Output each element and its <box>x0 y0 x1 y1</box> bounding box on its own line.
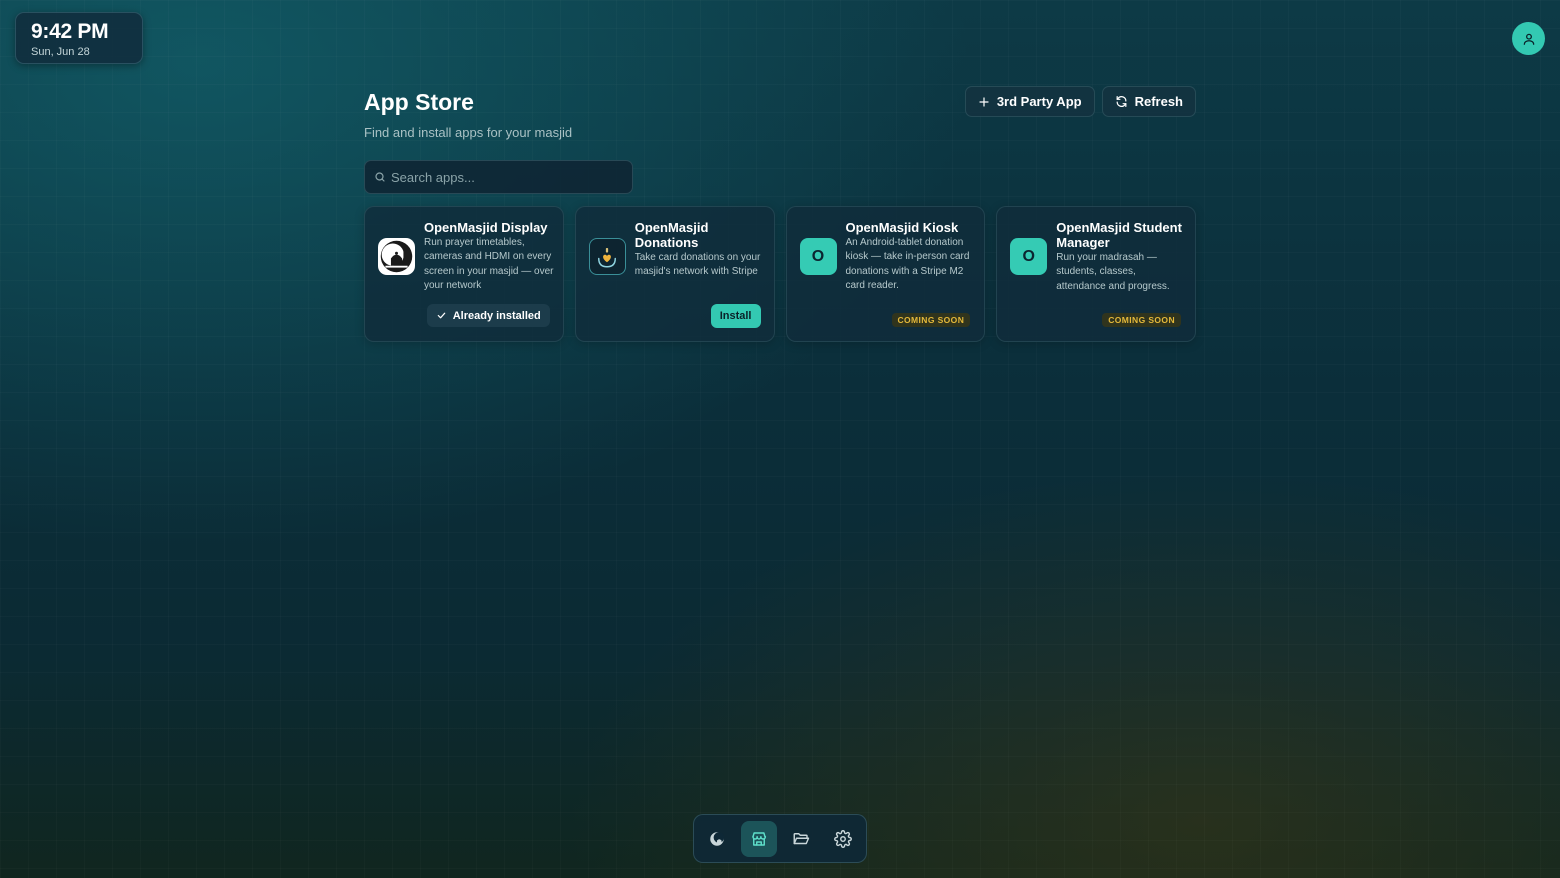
already-installed-badge: Already installed <box>426 304 550 327</box>
coming-soon-badge: COMING SOON <box>891 313 971 327</box>
refresh-icon <box>1116 96 1127 107</box>
app-card-body: OpenMasjid Student Manager Run your madr… <box>1056 220 1186 294</box>
page-subtitle: Find and install apps for your masjid <box>364 125 573 140</box>
refresh-label: Refresh <box>1134 94 1183 109</box>
already-installed-label: Already installed <box>452 309 541 322</box>
add-third-party-app-button[interactable]: 3rd Party App <box>964 86 1095 117</box>
app-card-openmasjid-display[interactable]: OpenMasjid Display Run prayer timetables… <box>364 206 564 342</box>
dock-item-app-store[interactable] <box>741 820 777 857</box>
app-card-openmasjid-student-manager[interactable]: O OpenMasjid Student Manager Run your ma… <box>996 206 1196 342</box>
refresh-button[interactable]: Refresh <box>1101 86 1196 117</box>
app-card-openmasjid-donations[interactable]: OpenMasjid Donations Take card donations… <box>574 206 775 342</box>
app-card-body: OpenMasjid Kiosk An Android-tablet donat… <box>846 220 976 294</box>
dock-item-files[interactable] <box>783 821 819 857</box>
clock-time: 9:42 PM <box>31 20 109 43</box>
user-avatar-button[interactable] <box>1512 22 1545 55</box>
app-name: OpenMasjid Display <box>424 220 548 235</box>
app-description: Run your madrasah — students, classes, a… <box>1056 252 1170 292</box>
app-name: OpenMasjid Kiosk <box>845 220 959 235</box>
app-description: Run prayer timetables, cameras and HDMI … <box>424 237 554 292</box>
coming-soon-badge: COMING SOON <box>1102 313 1181 327</box>
app-card-body: OpenMasjid Display Run prayer timetables… <box>424 220 554 294</box>
search-box <box>364 160 633 194</box>
app-description: Take card donations on your masjid's net… <box>634 252 761 278</box>
user-icon <box>1523 33 1534 45</box>
search-icon <box>375 172 385 182</box>
app-letter-icon: O <box>1010 238 1048 275</box>
app-description: An Android-tablet donation kiosk — take … <box>845 237 970 292</box>
app-card-body: OpenMasjid Donations Take card donations… <box>635 220 765 280</box>
app-name: OpenMasjid Student Manager <box>1056 220 1182 250</box>
crescent-logo-icon <box>710 831 725 846</box>
app-letter-icon: O <box>799 238 837 275</box>
store-icon <box>752 831 767 846</box>
settings-icon <box>834 829 852 848</box>
dock-item-settings[interactable] <box>825 821 861 857</box>
app-grid: OpenMasjid Display Run prayer timetables… <box>364 206 1196 342</box>
folder-icon <box>793 832 810 844</box>
add-third-party-app-label: 3rd Party App <box>996 94 1082 109</box>
plus-icon <box>979 96 989 107</box>
clock-date: Sun, Jun 28 <box>31 46 90 58</box>
app-name: OpenMasjid Donations <box>634 220 709 250</box>
search-input[interactable] <box>391 161 627 193</box>
app-card-openmasjid-kiosk[interactable]: O OpenMasjid Kiosk An Android-tablet don… <box>785 206 986 342</box>
install-button[interactable]: Install <box>710 304 761 328</box>
header-actions: 3rd Party App Refresh <box>964 86 1196 117</box>
mosque-logo-icon <box>378 238 415 275</box>
app-store-page: App Store Find and install apps for your… <box>364 84 1196 342</box>
donation-heart-icon <box>588 238 626 275</box>
dock-item-home[interactable] <box>699 821 735 857</box>
clock-widget: 9:42 PM Sun, Jun 28 <box>15 12 143 64</box>
check-icon <box>437 312 446 319</box>
dock <box>693 814 867 863</box>
